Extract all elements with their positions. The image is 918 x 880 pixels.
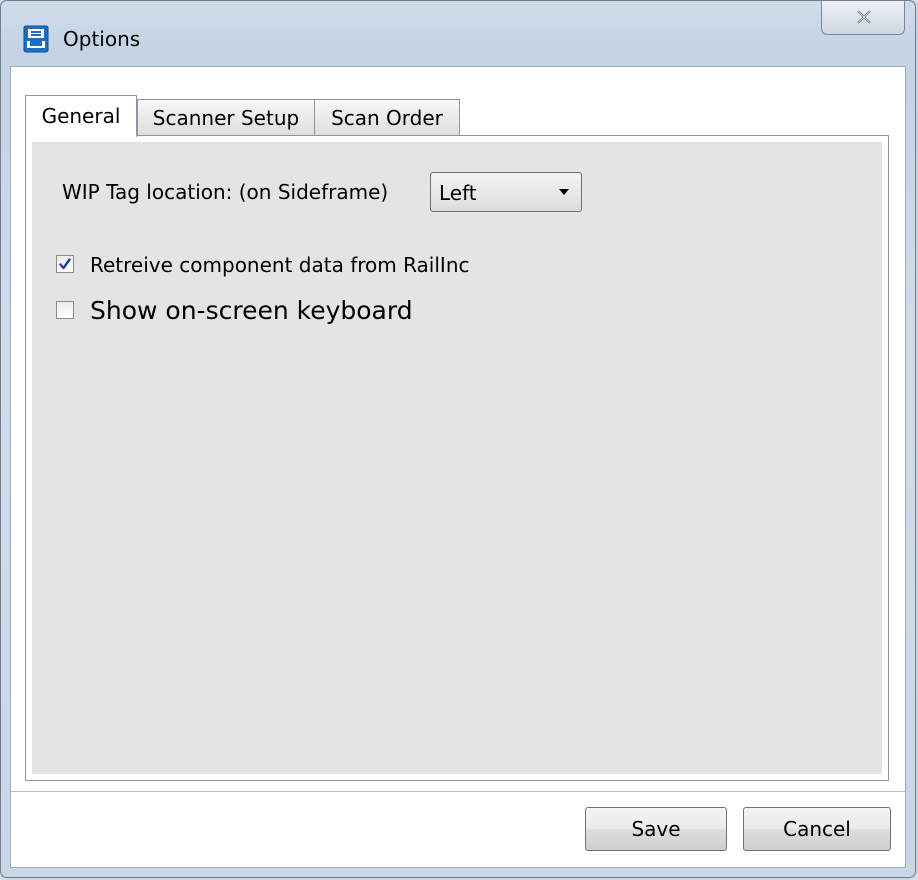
retrieve-railinc-label: Retreive component data from RailInc — [90, 253, 470, 277]
footer-divider — [11, 791, 905, 792]
title-bar[interactable]: Options — [1, 1, 915, 65]
dialog-body: General Scanner Setup Scan Order WIP Tag… — [10, 66, 906, 868]
wip-tag-location-label: WIP Tag location: (on Sideframe) — [62, 180, 389, 204]
general-tab-panel: WIP Tag location: (on Sideframe) Left Re… — [25, 135, 889, 781]
tab-general[interactable]: General — [25, 95, 137, 137]
cancel-button[interactable]: Cancel — [743, 807, 891, 851]
close-button[interactable] — [821, 1, 905, 35]
tab-label: General — [41, 104, 121, 128]
wip-tag-location-dropdown[interactable]: Left — [430, 172, 582, 212]
general-settings-area: WIP Tag location: (on Sideframe) Left Re… — [32, 142, 882, 774]
show-keyboard-checkbox[interactable] — [56, 301, 74, 319]
window-title: Options — [63, 27, 141, 51]
tab-label: Scanner Setup — [152, 106, 300, 130]
wip-tag-location-value: Left — [439, 181, 477, 205]
tab-scanner-setup[interactable]: Scanner Setup — [137, 99, 315, 135]
close-icon — [857, 10, 871, 24]
retrieve-railinc-checkbox[interactable] — [56, 255, 74, 273]
save-button[interactable]: Save — [585, 807, 727, 851]
chevron-down-icon — [559, 189, 569, 195]
show-keyboard-label: Show on-screen keyboard — [90, 296, 413, 325]
app-logo-icon — [23, 25, 49, 53]
tab-label: Scan Order — [331, 106, 443, 130]
checkmark-icon — [59, 258, 71, 270]
tab-scan-order[interactable]: Scan Order — [314, 99, 460, 135]
options-dialog: Options General Scanner Setup Scan Order… — [0, 0, 916, 878]
